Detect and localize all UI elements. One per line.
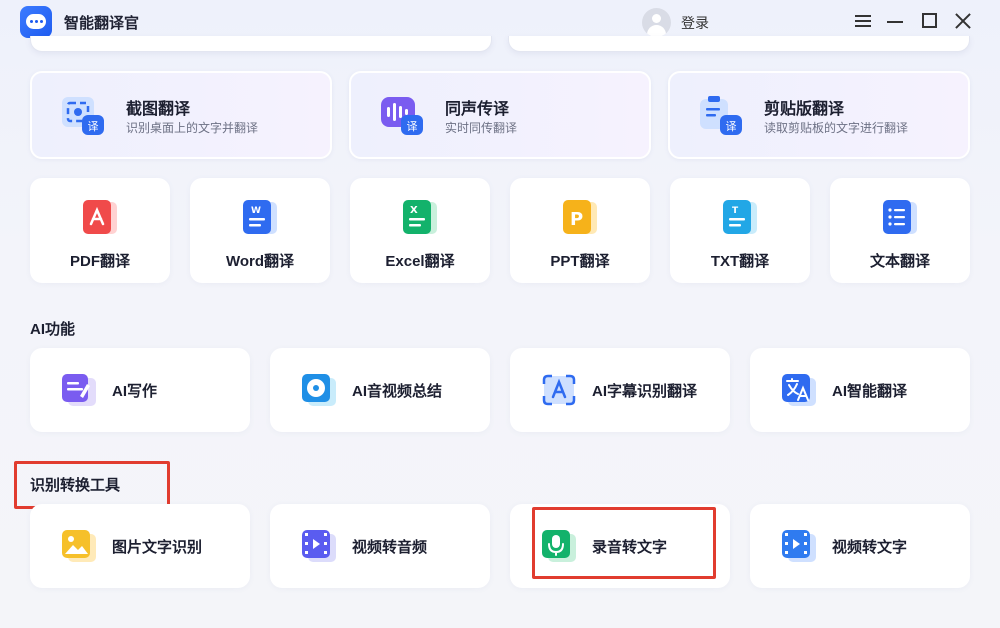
video-film-icon [300,528,338,564]
translate-badge: 译 [407,120,418,133]
doc-card-txt[interactable]: T TXT翻译 [670,178,810,283]
doc-label: TXT翻译 [710,253,770,270]
tool-label: AI写作 [112,383,158,400]
app-logo-icon [20,6,52,38]
voice-wave-icon: 译 [377,95,427,139]
close-icon[interactable] [952,9,976,33]
ai-translate-icon [780,372,818,408]
tool-label: AI智能翻译 [832,383,908,400]
txt-icon: T [719,198,761,238]
word-icon: W [239,198,281,238]
doc-card-ppt[interactable]: P PPT翻译 [510,178,650,283]
translate-badge: 译 [726,120,737,133]
section-title-recognition: 识别转换工具 [30,477,121,494]
maximize-icon[interactable] [918,9,942,33]
word-glyph: W [251,206,261,216]
tool-card-ai-subtitle[interactable]: AI字幕识别翻译 [510,348,730,432]
tool-label: AI音视频总结 [352,383,443,400]
feature-card-simultaneous-interpret[interactable]: 译 同声传译 实时同传翻译 [349,71,651,159]
excel-glyph: X [410,205,418,216]
feature-desc: 读取剪贴板的文字进行翻译 [764,121,909,135]
doc-label: PPT翻译 [550,253,610,270]
excel-icon: X [399,198,441,238]
tool-card-video-to-audio[interactable]: 视频转音频 [270,504,490,588]
tool-card-ai-writing[interactable]: AI写作 [30,348,250,432]
login-button[interactable]: 登录 [681,13,709,33]
doc-card-excel[interactable]: X Excel翻译 [350,178,490,283]
ai-subtitle-icon [540,372,578,408]
feature-title: 同声传译 [445,101,510,118]
doc-label: PDF翻译 [69,253,130,270]
scrolled-card[interactable] [30,36,492,52]
tool-label: 视频转音频 [352,539,428,556]
doc-label: Excel翻译 [385,253,455,270]
user-avatar-icon[interactable] [642,8,671,37]
feature-desc: 识别桌面上的文字并翻译 [126,121,259,135]
doc-label: Word翻译 [225,253,295,270]
tool-card-video-to-text[interactable]: 视频转文字 [750,504,970,588]
doc-card-pdf[interactable]: PDF翻译 [30,178,170,283]
minimize-icon[interactable] [884,9,908,33]
image-ocr-icon [60,528,98,564]
ppt-icon: P [559,198,601,238]
tool-card-image-ocr[interactable]: 图片文字识别 [30,504,250,588]
tool-highlight-box [532,507,716,579]
feature-desc: 实时同传翻译 [445,121,518,135]
doc-label: 文本翻译 [869,253,930,270]
screenshot-translate-icon: 译 [58,95,108,139]
section-title-ai: AI功能 [30,321,76,338]
translate-badge: 译 [88,120,99,133]
feature-card-screenshot-translate[interactable]: 译 截图翻译 识别桌面上的文字并翻译 [30,71,332,159]
ai-writing-icon [60,372,98,408]
doc-card-text[interactable]: 文本翻译 [830,178,970,283]
video-film-icon [780,528,818,564]
ppt-glyph: P [570,209,583,230]
ai-media-summary-icon [300,372,338,408]
tool-label: 视频转文字 [832,539,908,556]
tool-card-ai-av-summary[interactable]: AI音视频总结 [270,348,490,432]
doc-card-word[interactable]: W Word翻译 [190,178,330,283]
clipboard-icon: 译 [696,95,746,139]
scrolled-card[interactable] [508,36,970,52]
tool-label: 图片文字识别 [112,539,203,556]
feature-title: 截图翻译 [126,101,191,118]
app-title: 智能翻译官 [64,15,140,32]
pdf-icon [79,198,121,238]
menu-icon[interactable] [852,9,876,33]
txt-glyph: T [732,206,739,216]
feature-title: 剪贴版翻译 [764,101,845,118]
tool-card-ai-translate[interactable]: AI智能翻译 [750,348,970,432]
tool-label: AI字幕识别翻译 [592,383,698,400]
feature-card-clipboard-translate[interactable]: 译 剪贴版翻译 读取剪贴板的文字进行翻译 [668,71,970,159]
text-list-icon [879,198,921,238]
